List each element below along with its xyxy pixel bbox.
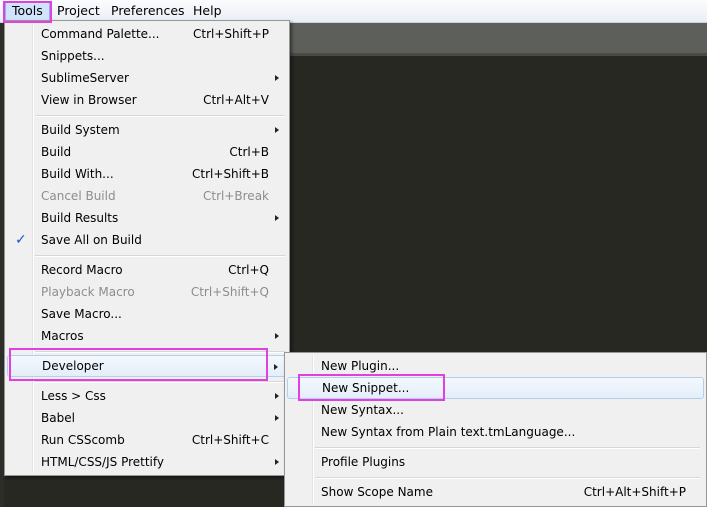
menu-item-label: Build Results [41,211,119,225]
menu-item-label: HTML/CSS/JS Prettify [41,455,164,469]
menu-preferences[interactable]: Preferences [105,2,191,20]
menu-help[interactable]: Help [187,2,228,20]
submenu-arrow-icon [275,215,279,221]
menu-tools[interactable]: Tools [5,2,50,22]
menu-item-label: Playback Macro [41,285,135,299]
submenu-arrow-icon [275,333,279,339]
menu-item-label: Macros [41,329,84,343]
tab-bar [288,23,707,53]
menu-item-profile-plugins[interactable]: Profile Plugins [287,451,704,473]
menu-item-label: SublimeServer [41,71,129,85]
menu-separator [35,115,285,117]
menu-item-show-scope-name[interactable]: Show Scope Name Ctrl+Alt+Shift+P [287,481,704,503]
menu-item-save-all-on-build[interactable]: ✓ Save All on Build [7,229,287,251]
menu-item-shortcut: Ctrl+Shift+C [191,433,269,447]
menu-item-label: Build [41,145,72,159]
menu-item-shortcut: Ctrl+Shift+B [192,167,269,181]
menu-item-label: Cancel Build [41,189,116,203]
menu-item-developer[interactable]: Developer [7,355,287,377]
menu-separator [35,255,285,257]
menu-item-new-plugin[interactable]: New Plugin... [287,355,704,377]
menu-item-label: New Syntax... [321,403,404,417]
menu-item-macros[interactable]: Macros [7,325,287,347]
menu-item-cancel-build: Cancel Build Ctrl+Break [7,185,287,207]
menu-item-view-in-browser[interactable]: View in Browser Ctrl+Alt+V [7,89,287,111]
menu-item-label: New Snippet... [322,381,410,395]
menu-item-run-csscomb[interactable]: Run CSScomb Ctrl+Shift+C [7,429,287,451]
menu-item-label: Babel [41,411,75,425]
menu-item-babel[interactable]: Babel [7,407,287,429]
menu-item-label: Run CSScomb [41,433,125,447]
menu-item-build-results[interactable]: Build Results [7,207,287,229]
checkmark-icon: ✓ [15,232,27,248]
menu-item-label: Build With... [41,167,114,181]
menu-item-label: New Plugin... [321,359,400,373]
submenu-arrow-icon [275,127,279,133]
menu-item-shortcut: Ctrl+Alt+Shift+P [583,485,686,499]
menu-item-record-macro[interactable]: Record Macro Ctrl+Q [7,259,287,281]
submenu-arrow-icon [275,459,279,465]
submenu-arrow-icon [274,364,278,370]
menu-item-snippets[interactable]: Snippets... [7,45,287,67]
menu-item-shortcut: Ctrl+Shift+P [193,27,269,41]
menu-item-sublimeserver[interactable]: SublimeServer [7,67,287,89]
submenu-arrow-icon [275,75,279,81]
menu-item-label: Save All on Build [41,233,142,247]
menu-item-shortcut: Ctrl+Q [228,263,269,277]
menu-item-label: Command Palette... [41,27,160,41]
menu-item-html-css-js-prettify[interactable]: HTML/CSS/JS Prettify [7,451,287,473]
menu-item-command-palette[interactable]: Command Palette... Ctrl+Shift+P [7,23,287,45]
menu-item-build-with[interactable]: Build With... Ctrl+Shift+B [7,163,287,185]
developer-submenu: New Plugin... New Snippet... New Syntax.… [284,352,707,507]
menu-item-playback-macro: Playback Macro Ctrl+Shift+Q [7,281,287,303]
menu-item-label: Developer [42,359,104,373]
menu-separator [35,381,285,383]
tools-menu: Command Palette... Ctrl+Shift+P Snippets… [4,20,290,476]
menu-item-label: Build System [41,123,120,137]
menu-item-build[interactable]: Build Ctrl+B [7,141,287,163]
menu-project[interactable]: Project [51,2,106,20]
menu-item-label: Less > Css [41,389,106,403]
menu-item-build-system[interactable]: Build System [7,119,287,141]
menu-item-shortcut: Ctrl+Break [203,189,269,203]
menu-item-new-snippet[interactable]: New Snippet... [287,377,704,399]
menu-item-new-syntax-from-plain-text[interactable]: New Syntax from Plain text.tmLanguage... [287,421,704,443]
menu-item-label: Save Macro... [41,307,122,321]
menu-item-label: New Syntax from Plain text.tmLanguage... [321,425,576,439]
submenu-arrow-icon [275,393,279,399]
menu-separator [35,351,285,353]
menu-item-save-macro[interactable]: Save Macro... [7,303,287,325]
menu-item-label: View in Browser [41,93,137,107]
menu-item-label: Show Scope Name [321,485,433,499]
submenu-arrow-icon [275,415,279,421]
menu-item-new-syntax[interactable]: New Syntax... [287,399,704,421]
menu-item-shortcut: Ctrl+B [229,145,269,159]
menu-item-label: Snippets... [41,49,105,63]
menu-item-less-css[interactable]: Less > Css [7,385,287,407]
menu-item-shortcut: Ctrl+Alt+V [203,93,269,107]
menu-separator [315,477,700,479]
menu-item-shortcut: Ctrl+Shift+Q [190,285,269,299]
menu-item-label: Profile Plugins [321,455,406,469]
menu-separator [315,447,700,449]
menu-item-label: Record Macro [41,263,123,277]
